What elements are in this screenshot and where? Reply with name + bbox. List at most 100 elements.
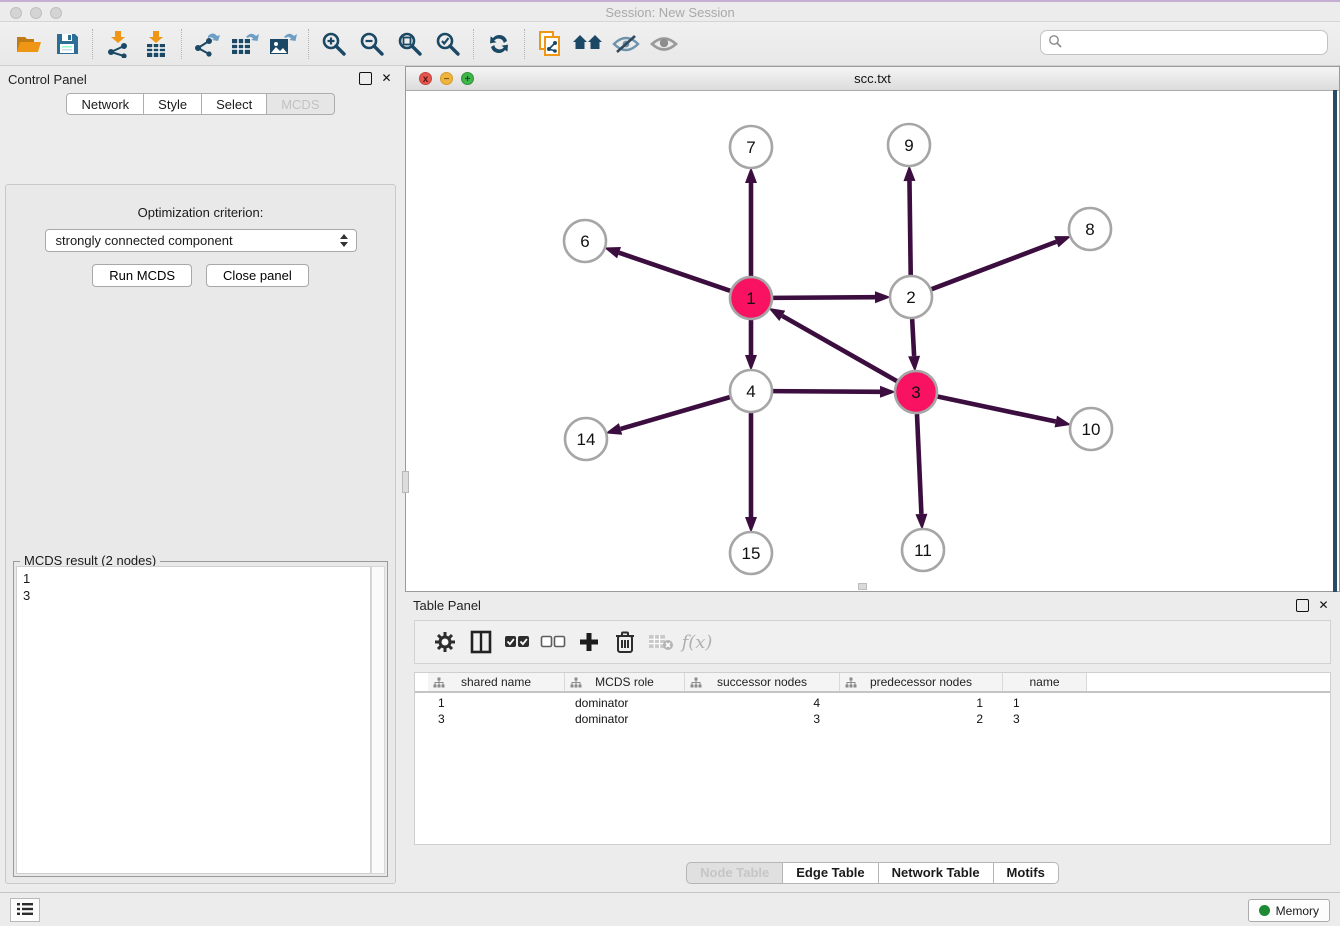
search-box[interactable]	[1040, 30, 1328, 55]
table-toolbar: f(x)	[414, 620, 1331, 664]
edge-3-10[interactable]	[938, 397, 1056, 422]
control-panel: Control Panel ✕ NetworkStyleSelectMCDS O…	[0, 66, 401, 892]
tab-select[interactable]: Select	[202, 93, 267, 115]
add-plus-icon[interactable]	[571, 626, 607, 658]
zoom-out-icon[interactable]	[353, 27, 391, 61]
home-neighbors-icon[interactable]	[569, 27, 607, 61]
search-input[interactable]	[1067, 35, 1327, 50]
graph-node-label: 6	[580, 232, 589, 251]
export-network-icon[interactable]	[188, 27, 226, 61]
column-header-name[interactable]: name	[1003, 673, 1087, 691]
result-scrollbar[interactable]	[371, 566, 385, 874]
export-image-icon[interactable]	[264, 27, 302, 61]
edge-3-11[interactable]	[917, 414, 921, 514]
tab-edge-table[interactable]: Edge Table	[783, 862, 878, 884]
deselect-checks-icon[interactable]	[535, 626, 571, 658]
zoom-fit-icon[interactable]	[391, 27, 429, 61]
cell-successor-nodes[interactable]: 4	[685, 695, 840, 711]
control-panel-tabs: NetworkStyleSelectMCDS	[0, 93, 401, 115]
cell-successor-nodes[interactable]: 3	[685, 711, 840, 727]
show-eye-icon[interactable]	[645, 27, 683, 61]
graph-node-label: 3	[911, 383, 920, 402]
cell-shared-name[interactable]: 1	[428, 695, 565, 711]
column-header-successor-nodes[interactable]: successor nodes	[685, 673, 840, 691]
graph-node-label: 9	[904, 136, 913, 155]
splitter-handle[interactable]	[402, 471, 409, 493]
duplicate-network-icon[interactable]	[531, 27, 569, 61]
arrowhead-icon	[745, 167, 757, 183]
edge-2-8[interactable]	[932, 242, 1057, 289]
edge-4-3[interactable]	[773, 391, 880, 392]
column-header-predecessor-nodes[interactable]: predecessor nodes	[840, 673, 1003, 691]
edge-1-6[interactable]	[619, 253, 730, 291]
column-header-MCDS-role[interactable]: MCDS role	[565, 673, 685, 691]
close-table-panel-icon[interactable]: ✕	[1317, 599, 1330, 612]
select-arrows-icon	[340, 234, 349, 247]
cell-predecessor-nodes[interactable]: 1	[840, 695, 1003, 711]
table-tabs: Node TableEdge TableNetwork TableMotifs	[405, 862, 1340, 884]
export-table-icon[interactable]	[226, 27, 264, 61]
network-canvas[interactable]: 7968124314101511	[407, 91, 1338, 591]
mcds-result-list[interactable]: 1 3	[16, 566, 371, 874]
toolbar-separator	[473, 29, 474, 59]
edge-4-14[interactable]	[621, 397, 730, 429]
edge-2-9[interactable]	[909, 181, 910, 275]
cell-MCDS-role[interactable]: dominator	[565, 695, 685, 711]
tab-style[interactable]: Style	[144, 93, 202, 115]
column-header-shared-name[interactable]: shared name	[428, 673, 565, 691]
float-table-panel-icon[interactable]	[1296, 599, 1309, 612]
node-table-header: shared nameMCDS rolesuccessor nodesprede…	[415, 673, 1330, 693]
close-panel-button[interactable]: Close panel	[206, 264, 309, 287]
edge-1-2[interactable]	[773, 297, 875, 298]
tab-node-table[interactable]: Node Table	[686, 862, 783, 884]
table-row[interactable]: 3dominator323	[415, 711, 1330, 727]
delete-trash-icon[interactable]	[607, 626, 643, 658]
tab-mcds[interactable]: MCDS	[267, 93, 334, 115]
import-table-icon[interactable]	[137, 27, 175, 61]
optimization-criterion-value: strongly connected component	[56, 233, 233, 248]
zoom-selected-icon[interactable]	[429, 27, 467, 61]
memory-button[interactable]: Memory	[1248, 899, 1330, 922]
list-icon	[16, 902, 34, 919]
optimization-criterion-label: Optimization criterion:	[6, 205, 395, 220]
cell-predecessor-nodes[interactable]: 2	[840, 711, 1003, 727]
toolbar-separator	[308, 29, 309, 59]
cell-name[interactable]: 1	[1003, 695, 1087, 711]
table-row[interactable]: 1dominator411	[415, 695, 1330, 711]
function-fx-icon[interactable]: f(x)	[679, 626, 715, 658]
network-view-window: x − + scc.txt 7968124314101511	[405, 66, 1340, 592]
cell-MCDS-role[interactable]: dominator	[565, 711, 685, 727]
settings-gear-icon[interactable]	[427, 626, 463, 658]
network-window-title: scc.txt	[406, 71, 1339, 86]
save-session-icon[interactable]	[48, 27, 86, 61]
refresh-icon[interactable]	[480, 27, 518, 61]
edge-3-1[interactable]	[782, 316, 897, 381]
hide-selected-eye-icon[interactable]	[607, 27, 645, 61]
tab-motifs[interactable]: Motifs	[994, 862, 1059, 884]
delete-table-icon[interactable]	[643, 626, 679, 658]
graph-node-label: 7	[746, 138, 755, 157]
open-session-icon[interactable]	[10, 27, 48, 61]
column-label: name	[1029, 675, 1059, 689]
close-panel-icon[interactable]: ✕	[380, 72, 393, 85]
edge-2-3[interactable]	[912, 319, 914, 356]
cell-shared-name[interactable]: 3	[428, 711, 565, 727]
show-columns-icon[interactable]	[463, 626, 499, 658]
task-history-button[interactable]	[10, 898, 40, 922]
app-titlebar: Session: New Session	[0, 0, 1340, 22]
optimization-criterion-select[interactable]: strongly connected component	[45, 229, 357, 252]
tab-network-table[interactable]: Network Table	[879, 862, 994, 884]
control-panel-title: Control Panel	[8, 72, 87, 87]
network-window-titlebar[interactable]: x − + scc.txt	[406, 67, 1339, 91]
window-title: Session: New Session	[0, 5, 1340, 20]
select-all-checks-icon[interactable]	[499, 626, 535, 658]
tab-network[interactable]: Network	[66, 93, 144, 115]
arrowhead-icon	[745, 517, 757, 533]
horizontal-scroll-handle[interactable]	[858, 583, 867, 590]
float-panel-icon[interactable]	[359, 72, 372, 85]
cell-name[interactable]: 3	[1003, 711, 1087, 727]
run-mcds-button[interactable]: Run MCDS	[92, 264, 192, 287]
node-table: shared nameMCDS rolesuccessor nodesprede…	[414, 672, 1331, 845]
zoom-in-icon[interactable]	[315, 27, 353, 61]
import-network-icon[interactable]	[99, 27, 137, 61]
